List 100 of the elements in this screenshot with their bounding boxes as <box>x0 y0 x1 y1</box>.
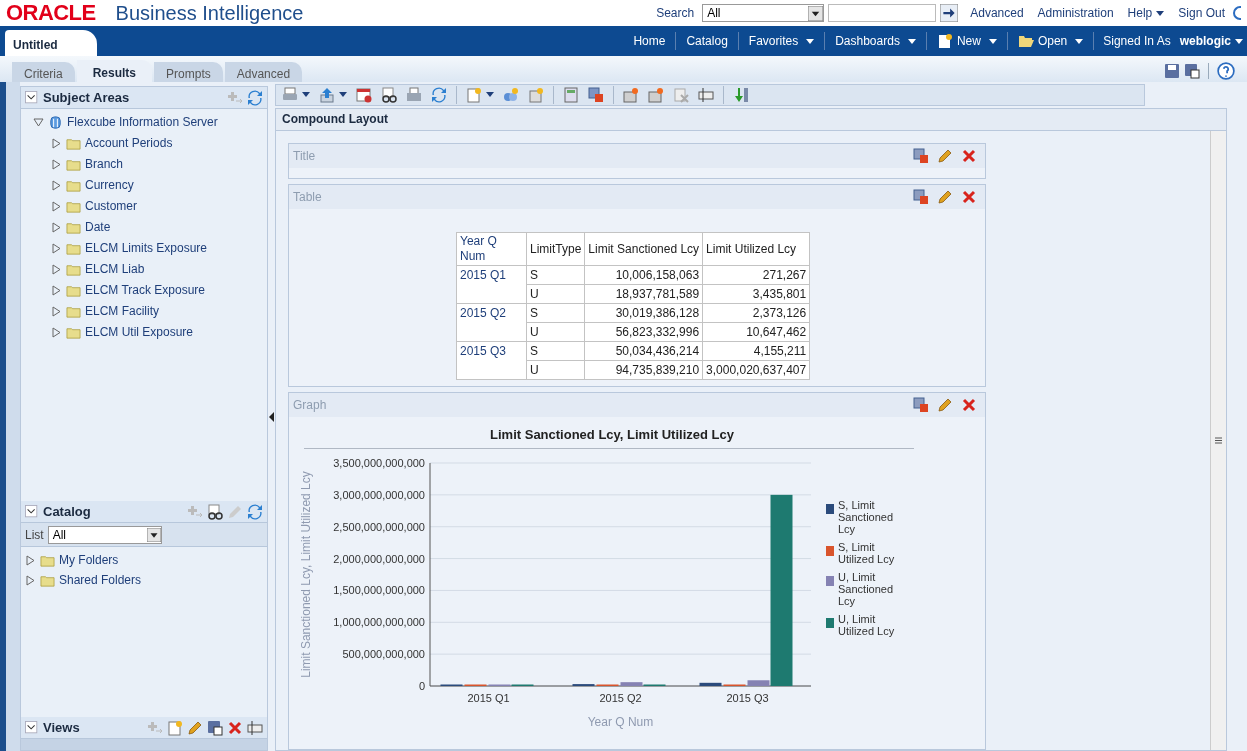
tab[interactable]: Criteria <box>12 62 75 82</box>
calculator-icon[interactable] <box>563 86 579 103</box>
select-arrow-icon[interactable] <box>808 5 824 21</box>
properties-icon[interactable] <box>913 396 929 413</box>
header-link[interactable]: Sign Out <box>1178 4 1225 22</box>
table-cell[interactable]: 2015 Q1 <box>456 265 527 303</box>
table-cell[interactable]: 2015 Q3 <box>456 341 527 379</box>
expand-triangle-icon[interactable] <box>51 137 62 149</box>
tab[interactable]: Results <box>76 60 153 82</box>
table-cell[interactable]: 2015 Q2 <box>456 303 527 341</box>
box-star-icon[interactable] <box>623 86 639 103</box>
folder-item[interactable]: Shared Folders <box>59 571 142 589</box>
tab[interactable]: Advanced <box>224 62 303 82</box>
document-tab[interactable]: Untitled <box>5 30 97 56</box>
table-cell: S <box>526 341 585 360</box>
circles-icon[interactable] <box>503 86 519 103</box>
tree-item[interactable]: ELCM Facility <box>85 302 159 320</box>
grip-icon[interactable] <box>1215 436 1222 444</box>
collapse-icon[interactable] <box>25 720 39 735</box>
sort-down-icon[interactable] <box>733 86 749 103</box>
expand-triangle-icon[interactable] <box>51 158 62 170</box>
glasses-icon[interactable] <box>207 503 223 520</box>
folder-item[interactable]: My Folders <box>59 551 119 569</box>
expand-triangle-icon[interactable] <box>51 200 62 212</box>
tree-item[interactable]: Currency <box>85 176 134 194</box>
floppy-text-icon[interactable] <box>207 719 223 736</box>
tab[interactable]: Prompts <box>154 62 223 82</box>
nav-item[interactable]: Home <box>623 32 677 50</box>
floppy-icon[interactable] <box>1164 63 1180 79</box>
expand-triangle-icon[interactable] <box>25 574 36 586</box>
caret-icon <box>302 92 310 98</box>
expand-triangle-icon[interactable] <box>51 263 62 275</box>
printer-icon[interactable] <box>282 86 298 103</box>
calendar-icon[interactable] <box>356 86 372 103</box>
header-link[interactable]: Administration <box>1037 4 1114 22</box>
pencil-icon[interactable] <box>187 719 203 736</box>
header-link[interactable]: Advanced <box>970 4 1024 22</box>
tree-item[interactable]: ELCM Track Exposure <box>85 281 206 299</box>
properties-icon[interactable] <box>913 147 929 164</box>
expand-triangle-icon[interactable] <box>51 242 62 254</box>
new-document-icon[interactable] <box>936 33 953 49</box>
close-icon[interactable] <box>227 719 243 736</box>
refresh-icon[interactable] <box>247 89 263 106</box>
box-star-icon[interactable] <box>648 86 664 103</box>
pencil-icon[interactable] <box>937 188 953 205</box>
tree-item[interactable]: Flexcube Information Server <box>67 113 218 131</box>
list-select[interactable]: All <box>47 525 162 544</box>
close-icon[interactable] <box>961 188 977 205</box>
expand-triangle-icon[interactable] <box>51 179 62 191</box>
tree-item[interactable]: ELCM Util Exposure <box>85 323 194 341</box>
expand-triangle-icon[interactable] <box>51 326 62 338</box>
select-arrow-icon[interactable] <box>146 527 161 542</box>
expand-triangle-icon[interactable] <box>51 221 62 233</box>
nav-item[interactable]: Favorites <box>738 32 826 50</box>
floppy-text-icon[interactable] <box>1184 63 1200 79</box>
nav-item[interactable]: Open <box>1007 32 1095 50</box>
collapse-icon[interactable] <box>25 504 39 519</box>
header-link[interactable]: Help <box>1127 4 1165 22</box>
view-title: Title <box>293 147 316 165</box>
y-tick-label: 0 <box>418 680 425 692</box>
search-go-icon[interactable] <box>940 4 959 22</box>
nav-item[interactable]: Catalog <box>676 32 739 50</box>
refresh-icon[interactable] <box>247 503 263 520</box>
user-menu[interactable]: weblogic <box>1179 32 1243 50</box>
table-cell: S <box>526 303 585 322</box>
upload-arrow-icon[interactable] <box>319 86 335 103</box>
crossed-box-icon[interactable] <box>673 86 689 103</box>
scrollbar[interactable] <box>1210 130 1226 750</box>
database-icon[interactable] <box>48 114 63 130</box>
open-folder-icon[interactable] <box>1017 33 1034 49</box>
tree-item[interactable]: ELCM Liab <box>85 260 145 278</box>
tree-item[interactable]: Branch <box>85 155 124 173</box>
refresh-icon[interactable] <box>431 86 447 103</box>
collapse-triangle-icon[interactable] <box>33 116 44 128</box>
glasses-icon[interactable] <box>381 86 397 103</box>
caret-icon <box>1235 38 1243 44</box>
properties-icon[interactable] <box>913 188 929 205</box>
expand-triangle-icon[interactable] <box>25 554 36 566</box>
tree-item[interactable]: Account Periods <box>85 134 173 152</box>
column-resize-icon[interactable] <box>698 86 714 103</box>
collapse-icon[interactable] <box>25 90 39 105</box>
pdf-icon[interactable] <box>588 86 604 103</box>
expand-triangle-icon[interactable] <box>51 305 62 317</box>
expand-triangle-icon[interactable] <box>51 284 62 296</box>
printer-page-icon[interactable] <box>406 86 422 103</box>
search-scope-select[interactable]: All <box>702 4 825 22</box>
pencil-icon[interactable] <box>937 147 953 164</box>
grid-star-icon[interactable] <box>528 86 544 103</box>
pencil-icon[interactable] <box>937 396 953 413</box>
nav-item[interactable]: Dashboards <box>825 32 927 50</box>
close-icon[interactable] <box>961 396 977 413</box>
help-icon[interactable] <box>1217 62 1235 80</box>
column-resize-icon[interactable] <box>247 719 263 736</box>
y-tick-label: 3,000,000,000,000 <box>333 488 425 501</box>
tree-item[interactable]: ELCM Limits Exposure <box>85 239 208 257</box>
nav-item[interactable]: New <box>926 32 1008 50</box>
tree-item[interactable]: Customer <box>85 197 137 215</box>
tree-item[interactable]: Date <box>85 218 111 236</box>
close-icon[interactable] <box>961 147 977 164</box>
search-field[interactable] <box>828 4 937 22</box>
